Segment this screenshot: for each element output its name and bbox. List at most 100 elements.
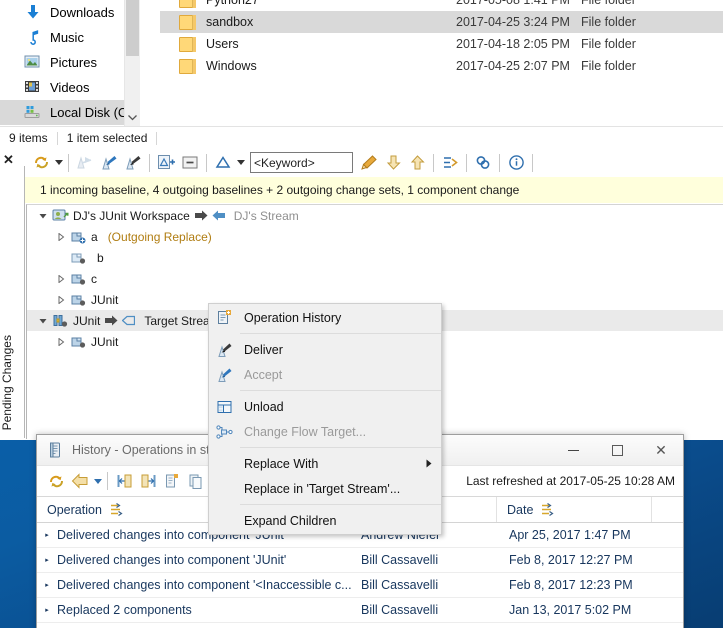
minimize-button[interactable] — [551, 435, 595, 465]
close-button[interactable]: ✕ — [639, 435, 683, 465]
windows-explorer-window: Downloads Music Pictures Videos Local Di… — [0, 0, 723, 149]
accept-all-icon[interactable] — [73, 151, 97, 175]
info-icon[interactable] — [504, 151, 528, 175]
back-icon[interactable] — [68, 469, 92, 493]
menu-item-change-flow-target[interactable]: Change Flow Target... — [209, 419, 441, 444]
menu-item-deliver[interactable]: Deliver — [209, 337, 441, 362]
menu-item-accept[interactable]: Accept — [209, 362, 441, 387]
table-row[interactable]: Users 2017-04-18 2:05 PM File folder — [160, 33, 723, 55]
row-expander-icon[interactable]: ▸ — [41, 606, 53, 614]
tree-item-component-b[interactable]: b — [27, 247, 723, 268]
pending-changes-toolbar[interactable]: <Keyword> — [25, 148, 723, 178]
sidebar-item-videos[interactable]: Videos — [0, 75, 125, 100]
deliver-all-icon[interactable] — [121, 151, 145, 175]
refresh-icon[interactable] — [44, 469, 68, 493]
menu-item-label: Deliver — [244, 342, 283, 357]
table-row[interactable]: ▸ Replaced 2 components Bill Cassavelli … — [37, 598, 683, 623]
column-header-date[interactable]: Date — [497, 497, 652, 522]
tree-item-workspace[interactable]: DJ's JUnit Workspace DJ's Stream — [27, 205, 723, 226]
filter-icon[interactable] — [109, 503, 124, 516]
row-expander-icon[interactable]: ▸ — [41, 581, 53, 589]
arrow-up-icon[interactable] — [405, 151, 429, 175]
table-row[interactable]: ▸ Delivered changes into component 'JUni… — [37, 623, 683, 628]
scrollbar-thumb[interactable] — [126, 0, 139, 56]
file-name: sandbox — [206, 15, 254, 29]
disk-icon — [24, 104, 44, 122]
pending-changes-summary-banner: 1 incoming baseline, 4 outgoing baseline… — [25, 177, 723, 203]
refresh-icon[interactable] — [29, 151, 53, 175]
copy-icon[interactable] — [184, 469, 208, 493]
column-header-extra[interactable] — [652, 497, 683, 522]
menu-icon-placeholder — [209, 476, 239, 501]
divider — [433, 153, 434, 172]
menu-item-unload[interactable]: Unload — [209, 394, 441, 419]
divider — [156, 131, 158, 145]
row-expander-icon[interactable]: ▸ — [41, 556, 53, 564]
links-icon[interactable] — [471, 151, 495, 175]
expander-icon[interactable] — [53, 289, 69, 310]
cell-date: Jan 13, 2017 5:02 PM — [509, 603, 632, 617]
expander-icon[interactable] — [35, 310, 51, 331]
chevron-down-icon[interactable] — [92, 470, 103, 492]
window-controls[interactable]: ✕ — [551, 435, 683, 465]
annotate-icon[interactable] — [357, 151, 381, 175]
tree-item-component-c[interactable]: c — [27, 268, 723, 289]
search-input[interactable]: <Keyword> — [250, 152, 353, 173]
table-row[interactable]: Windows 2017-04-25 2:07 PM File folder — [160, 55, 723, 77]
menu-item-label: Unload — [244, 399, 284, 414]
arrow-down-icon[interactable] — [381, 151, 405, 175]
file-name: Windows — [206, 59, 257, 73]
collapse-right-icon[interactable] — [136, 469, 160, 493]
menu-item-replace-with[interactable]: Replace With — [209, 451, 441, 476]
menu-item-operation-history[interactable]: Operation History — [209, 305, 441, 330]
menu-item-expand-children[interactable]: Expand Children — [209, 508, 441, 533]
column-header-label: Operation — [47, 502, 102, 517]
deliver-icon[interactable] — [97, 151, 121, 175]
tree-item-label: DJ's JUnit Workspace — [73, 208, 190, 223]
explorer-file-list[interactable]: Python27 2017-05-08 1:41 PM File folder … — [160, 0, 723, 126]
sidebar-item-music[interactable]: Music — [0, 25, 125, 50]
collapse-left-icon[interactable] — [112, 469, 136, 493]
file-date: 2017-04-25 2:07 PM — [456, 59, 570, 73]
expander-icon[interactable] — [53, 331, 69, 352]
expander-icon[interactable] — [53, 268, 69, 289]
flow-target-label: DJ's Stream — [233, 208, 299, 223]
collapse-all-icon[interactable] — [178, 151, 202, 175]
table-row[interactable]: sandbox 2017-04-25 3:24 PM File folder — [160, 11, 723, 33]
maximize-button[interactable] — [595, 435, 639, 465]
sidebar-item-label: Music — [50, 30, 84, 45]
expand-all-icon[interactable] — [154, 151, 178, 175]
stream-icon — [51, 312, 69, 330]
chevron-down-icon[interactable] — [125, 109, 140, 126]
sidebar-item-local-disk-c[interactable]: Local Disk (C:) — [0, 100, 135, 125]
divider — [499, 153, 500, 172]
sidebar-item-downloads[interactable]: Downloads — [0, 0, 125, 25]
menu-item-replace-in-target-stream[interactable]: Replace in 'Target Stream'... — [209, 476, 441, 501]
expander-icon[interactable] — [53, 226, 69, 247]
pending-changes-side-tab[interactable]: Pending Changes — [0, 166, 25, 438]
chevron-down-icon[interactable] — [235, 152, 246, 174]
filter-icon[interactable] — [540, 503, 555, 516]
context-menu[interactable]: Operation History Deliver Accept Unload … — [208, 303, 442, 535]
compare-icon[interactable] — [438, 151, 462, 175]
table-row[interactable]: Python27 2017-05-08 1:41 PM File folder — [160, 0, 723, 11]
menu-icon-placeholder — [209, 508, 239, 533]
tree-item-label: a — [91, 229, 98, 244]
new-document-icon[interactable] — [160, 469, 184, 493]
sidebar-item-pictures[interactable]: Pictures — [0, 50, 125, 75]
cell-date: Feb 8, 2017 12:27 PM — [509, 553, 633, 567]
divider — [240, 390, 441, 391]
table-row[interactable]: ▸ Delivered changes into component 'JUni… — [37, 548, 683, 573]
filter-icon[interactable] — [211, 151, 235, 175]
row-expander-icon[interactable]: ▸ — [41, 531, 53, 539]
divider — [240, 504, 441, 505]
flow-direction-icons — [105, 315, 136, 326]
tree-item-component-a[interactable]: a (Outgoing Replace) — [27, 226, 723, 247]
table-row[interactable]: ▸ Delivered changes into component '<Ina… — [37, 573, 683, 598]
expander-icon[interactable] — [35, 205, 51, 226]
search-input-value: <Keyword> — [254, 155, 315, 170]
navigation-pane-scrollbar[interactable] — [124, 0, 140, 126]
tree-item-label: JUnit — [91, 334, 119, 349]
explorer-navigation-pane[interactable]: Downloads Music Pictures Videos Local Di… — [0, 0, 140, 126]
chevron-down-icon[interactable] — [53, 152, 64, 174]
